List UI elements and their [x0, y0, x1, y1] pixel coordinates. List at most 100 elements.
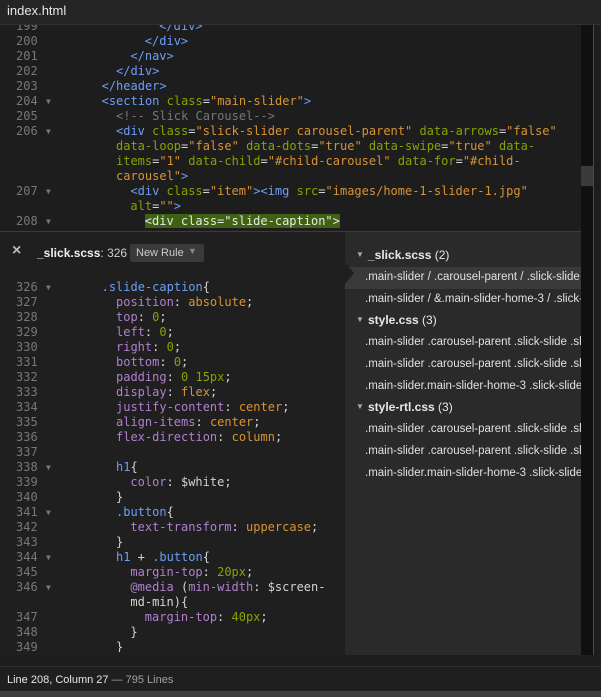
code-line[interactable]: 334 justify-content: center;	[0, 400, 345, 415]
code-line[interactable]: 326 ▼ .slide-caption{	[0, 280, 345, 295]
vertical-scrollbar[interactable]	[581, 25, 593, 655]
related-rule-item[interactable]: .main-slider .carousel-parent .slick-sli…	[345, 332, 581, 354]
code-token: }	[116, 535, 124, 549]
code-line[interactable]: 349}	[0, 640, 345, 652]
code-line[interactable]: 336 flex-direction: column;	[0, 430, 345, 445]
scrollbar-thumb[interactable]	[581, 166, 593, 186]
rule-selector-text: .main-slider / .carousel-parent / .slick…	[365, 271, 581, 283]
code-line[interactable]: 340}	[0, 490, 345, 505]
line-number: 346	[16, 580, 38, 594]
line-number: 202	[16, 64, 38, 78]
code-token: class	[152, 124, 189, 138]
code-token: src	[296, 184, 319, 198]
code-line[interactable]: 327 position: absolute;	[0, 295, 345, 310]
fold-toggle-icon[interactable]: ▼	[46, 550, 51, 565]
code-token: min-width	[188, 580, 254, 594]
code-line[interactable]: 328 top: 0;	[0, 310, 345, 325]
code-text: items="1" data-child="#child-carousel" d…	[116, 154, 521, 169]
code-line[interactable]: 205 <!-- Slick Carousel-->	[0, 109, 581, 124]
code-line[interactable]: 338 ▼ h1{	[0, 460, 345, 475]
code-text: carousel">	[116, 169, 188, 184]
code-line[interactable]: 200 </div>	[0, 34, 581, 49]
code-text: </div>	[145, 34, 188, 49]
fold-toggle-icon[interactable]: ▼	[46, 214, 51, 229]
related-rule-item[interactable]: .main-slider .carousel-parent .slick-sli…	[345, 419, 581, 441]
code-line[interactable]: items="1" data-child="#child-carousel" d…	[0, 154, 581, 169]
code-line[interactable]: 332 padding: 0 15px;	[0, 370, 345, 385]
cursor-position[interactable]: Line 208, Column 27 — 795 Lines	[7, 674, 173, 686]
code-line[interactable]: 347 margin-top: 40px;	[0, 610, 345, 625]
code-text: align-items: center;	[116, 415, 261, 430]
close-icon[interactable]: ×	[12, 242, 21, 260]
code-editor[interactable]: 199 </div> 200 </div> 201 </nav> 202 </div> 203 <…	[0, 25, 581, 231]
code-token: <div class="slide-caption">	[144, 214, 340, 228]
fold-toggle-icon[interactable]: ▼	[46, 580, 51, 595]
code-token: </div>	[116, 64, 160, 78]
related-group-header[interactable]: ▼ style.css (3)	[345, 311, 581, 331]
code-line[interactable]: 208 ▼ <div class="slide-caption">	[0, 214, 581, 229]
code-token: {	[202, 280, 210, 294]
expand-triangle-icon: ▼	[356, 315, 364, 324]
code-token: data-arrows	[419, 124, 499, 138]
code-line[interactable]: 335 align-items: center;	[0, 415, 345, 430]
related-rule-item[interactable]: .main-slider / .carousel-parent / .slick…	[345, 267, 581, 289]
related-group-header[interactable]: ▼ style-rtl.css (3)	[345, 398, 581, 418]
related-group-header[interactable]: ▼ _slick.scss (2)	[345, 246, 581, 266]
code-line[interactable]: 337	[0, 445, 345, 460]
code-token: "true"	[448, 139, 499, 153]
code-line[interactable]: 342 text-transform: uppercase;	[0, 520, 345, 535]
line-number: 331	[16, 355, 38, 369]
code-line[interactable]: 330 right: 0;	[0, 340, 345, 355]
code-line[interactable]: 201 </nav>	[0, 49, 581, 64]
code-text: flex-direction: column;	[116, 430, 282, 445]
related-rule-item[interactable]: .main-slider.main-slider-home-3 .slick-s…	[345, 376, 581, 398]
code-line[interactable]: carousel">	[0, 169, 581, 184]
fold-toggle-icon[interactable]: ▼	[46, 184, 51, 199]
code-token: "#child-carousel"	[267, 154, 398, 168]
code-text: </nav>	[130, 49, 173, 64]
fold-toggle-icon[interactable]: ▼	[46, 124, 51, 139]
code-line[interactable]: data-loop="false" data-dots="true" data-…	[0, 139, 581, 154]
code-line[interactable]: 329 left: 0;	[0, 325, 345, 340]
code-line[interactable]: 206 ▼ <div class="slick-slider carousel-pa…	[0, 124, 581, 139]
code-line[interactable]: 199 </div>	[0, 25, 581, 34]
code-line[interactable]: 207 ▼ <div class="item"><img src="images/h…	[0, 184, 581, 199]
code-line[interactable]: 333 display: flex;	[0, 385, 345, 400]
code-line[interactable]: 203 </header>	[0, 79, 581, 94]
new-rule-button[interactable]: New Rule ▼	[130, 244, 204, 262]
related-rule-item[interactable]: .main-slider / &.main-slider-home-3 / .s…	[345, 289, 581, 311]
code-line[interactable]: 204 ▼ <section class="main-slider">	[0, 94, 581, 109]
code-text: }	[116, 490, 123, 505]
line-number: 341	[16, 505, 38, 519]
code-text: margin-top: 20px;	[130, 565, 253, 580]
inline-file-link[interactable]: _slick.scss: 326	[37, 246, 127, 260]
fold-toggle-icon[interactable]: ▼	[46, 505, 51, 520]
code-line[interactable]: 343}	[0, 535, 345, 550]
fold-toggle-icon[interactable]: ▼	[46, 280, 51, 295]
code-line[interactable]: 344 ▼ h1 + .button{	[0, 550, 345, 565]
related-rule-item[interactable]: .main-slider .carousel-parent .slick-sli…	[345, 354, 581, 376]
line-number: 204	[16, 94, 38, 108]
code-text: justify-content: center;	[116, 400, 289, 415]
code-token: >	[173, 199, 181, 213]
code-line[interactable]: 348}	[0, 625, 345, 640]
code-token: :	[202, 565, 218, 579]
code-line[interactable]: 339 color: $white;	[0, 475, 345, 490]
code-line[interactable]: alt="">	[0, 199, 581, 214]
fold-toggle-icon[interactable]: ▼	[46, 94, 51, 109]
code-line[interactable]: 341 ▼ .button{	[0, 505, 345, 520]
related-rule-item[interactable]: .main-slider.main-slider-home-3 .slick-s…	[345, 463, 581, 485]
code-line[interactable]: 346 ▼ @media (min-width: $screen-	[0, 580, 345, 595]
code-token: :	[253, 580, 268, 594]
title-bar: index.html	[0, 0, 601, 25]
inline-css-code[interactable]: 326 ▼ .slide-caption{327 position: absolute…	[0, 278, 345, 652]
fold-toggle-icon[interactable]: ▼	[46, 460, 51, 475]
code-line[interactable]: 345 margin-top: 20px;	[0, 565, 345, 580]
related-rule-item[interactable]: .main-slider .carousel-parent .slick-sli…	[345, 441, 581, 463]
code-line[interactable]: md-min){	[0, 595, 345, 610]
code-token: h1	[116, 550, 131, 564]
code-line[interactable]: 202 </div>	[0, 64, 581, 79]
code-line[interactable]: 331 bottom: 0;	[0, 355, 345, 370]
rule-selector-text: .main-slider.main-slider-home-3 .slick-s…	[365, 467, 581, 479]
code-token: "1"	[159, 154, 189, 168]
